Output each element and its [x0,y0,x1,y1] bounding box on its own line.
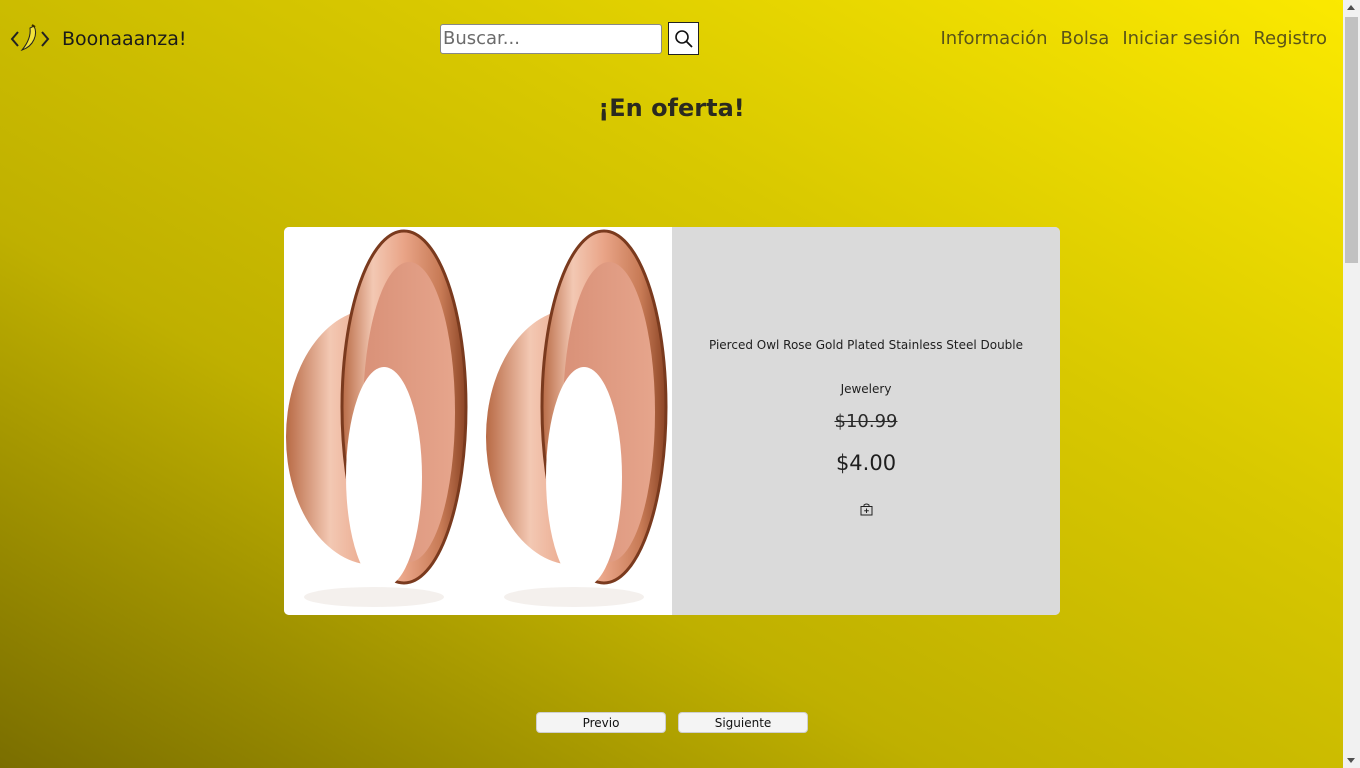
add-to-bag-button[interactable] [858,501,874,517]
product-card: Pierced Owl Rose Gold Plated Stainless S… [284,227,1060,615]
search-bar [440,22,699,55]
scroll-up-icon[interactable] [1347,5,1355,10]
nav-informacion[interactable]: Información [940,28,1047,49]
pagination: Previo Siguiente [536,712,808,733]
banana-code-icon [10,22,50,56]
nav-iniciar-sesion[interactable]: Iniciar sesión [1122,28,1240,49]
brand-name: Boonaaanza! [62,28,187,50]
nav-registro[interactable]: Registro [1253,28,1327,49]
nav-bolsa[interactable]: Bolsa [1061,28,1110,49]
next-button[interactable]: Siguiente [678,712,808,733]
search-icon [674,29,693,48]
search-button[interactable] [668,22,699,55]
product-category: Jewelery [840,382,892,396]
product-image[interactable] [284,227,672,615]
section-title: ¡En oferta! [598,94,745,122]
product-info: Pierced Owl Rose Gold Plated Stainless S… [672,227,1060,615]
product-name-block: Pierced Owl Rose Gold Plated Stainless S… [692,323,1040,411]
main-nav: Información Bolsa Iniciar sesión Registr… [940,28,1327,49]
vertical-scrollbar[interactable] [1343,0,1360,768]
product-price: $4.00 [835,451,897,475]
product-old-price: $10.99 [834,411,898,432]
brand-logo[interactable]: Boonaaanza! [10,22,187,56]
scroll-thumb[interactable] [1345,17,1358,263]
product-name[interactable]: Pierced Owl Rose Gold Plated Stainless S… [692,323,1040,367]
product-photo [286,229,668,607]
bag-plus-icon [860,503,872,515]
search-input[interactable] [440,23,662,54]
scroll-down-icon[interactable] [1347,758,1355,763]
prev-button[interactable]: Previo [536,712,666,733]
page: Boonaaanza! Información Bolsa Iniciar se… [0,0,1343,768]
